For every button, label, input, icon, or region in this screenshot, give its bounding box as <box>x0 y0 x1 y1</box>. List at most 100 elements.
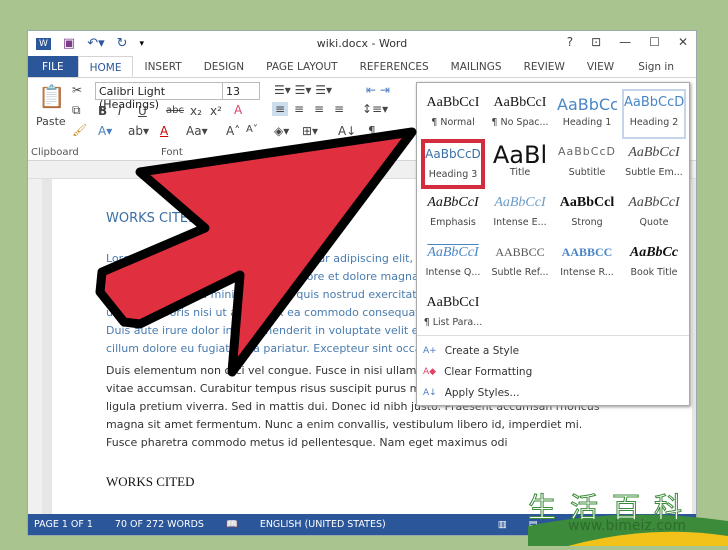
apply-styles-icon: A↓ <box>423 387 437 398</box>
bold-icon[interactable]: B <box>98 104 107 118</box>
style-label: Heading 3 <box>428 169 478 180</box>
align-left-icon[interactable]: ≡ <box>272 102 289 116</box>
maximize-button[interactable]: ☐ <box>649 35 660 49</box>
menu-label: Clear Formatting <box>444 365 533 378</box>
tab-file[interactable]: FILE <box>28 56 78 77</box>
font-group-label: Font <box>161 147 183 158</box>
menu-label: Create a Style <box>444 344 520 357</box>
style-heading-2[interactable]: AaBbCcD Heading 2 <box>622 89 686 139</box>
sort-icon[interactable]: A↓ <box>338 124 356 138</box>
styles-gallery: AaBbCcI ¶ Normal AaBbCcI ¶ No Spac... AaBb… <box>416 82 690 406</box>
page-count[interactable]: PAGE 1 OF 1 <box>34 519 93 530</box>
style-label: ¶ List Para... <box>423 317 483 328</box>
paste-icon[interactable]: 📋 <box>38 85 65 110</box>
style-heading-3[interactable]: AaBbCcD Heading 3 <box>421 139 485 189</box>
close-button[interactable]: ✕ <box>678 35 688 49</box>
tab-design[interactable]: DESIGN <box>193 56 255 77</box>
style-label: Heading 2 <box>629 117 679 128</box>
font-size-select[interactable]: 13 <box>222 82 260 100</box>
style-preview: AaBbCcI <box>426 95 480 110</box>
style-preview: AaBbCcI <box>628 195 680 210</box>
borders-icon[interactable]: ⊞▾ <box>302 124 318 138</box>
watermark-logo: 生活百科 www.bimeiz.com <box>527 486 728 546</box>
shrink-font-icon[interactable]: A˅ <box>246 124 258 135</box>
ribbon-display-button[interactable]: ⊡ <box>591 35 601 49</box>
style-preview: AaBl <box>492 141 548 167</box>
style-preview: AABBCC <box>495 245 545 259</box>
proofing-icon[interactable]: 📖 <box>226 519 238 530</box>
paste-label[interactable]: Paste <box>36 115 66 128</box>
tab-view[interactable]: VIEW <box>576 56 625 77</box>
format-painter-icon[interactable]: 🖌 <box>72 123 87 137</box>
style-preview: AaBbCc <box>629 245 679 260</box>
style-label: Subtle Ref... <box>491 267 549 278</box>
change-case-icon[interactable]: Aa▾ <box>186 124 208 138</box>
language[interactable]: ENGLISH (UNITED STATES) <box>260 519 386 530</box>
clear-formatting-icon[interactable]: A <box>234 103 242 117</box>
subscript-icon[interactable]: x₂ <box>190 104 202 118</box>
text-effects-icon[interactable]: A▾ <box>98 124 112 138</box>
font-name-select[interactable]: Calibri Light (Headings) <box>95 82 223 111</box>
show-marks-icon[interactable]: ¶ <box>368 124 376 138</box>
vertical-ruler[interactable] <box>28 179 42 516</box>
create-style-item[interactable]: A+ Create a Style <box>417 340 689 361</box>
style-label: Subtitle <box>568 167 606 178</box>
style-no-spacing[interactable]: AaBbCcI ¶ No Spac... <box>488 89 552 139</box>
style-heading-1[interactable]: AaBbCc Heading 1 <box>555 89 619 139</box>
align-right-icon[interactable]: ≡ <box>314 102 324 116</box>
clear-formatting-item[interactable]: A◆ Clear Formatting <box>417 361 689 382</box>
justify-icon[interactable]: ≡ <box>334 102 344 116</box>
tab-references[interactable]: REFERENCES <box>349 56 440 77</box>
underline-icon[interactable]: U <box>138 104 147 118</box>
indent-icons[interactable]: ⇤ ⇥ <box>366 83 390 97</box>
style-title[interactable]: AaBl Title <box>488 139 552 189</box>
superscript-icon[interactable]: x² <box>210 104 222 118</box>
style-label: Emphasis <box>430 217 476 228</box>
font-color-icon[interactable]: A <box>160 124 168 138</box>
watermark-url: www.bimeiz.com <box>568 518 687 534</box>
style-quote[interactable]: AaBbCcI Quote <box>622 189 686 239</box>
highlight-icon[interactable]: ab▾ <box>128 124 149 138</box>
help-button[interactable]: ? <box>567 35 573 49</box>
style-intense-emphasis[interactable]: AaBbCcI Intense E... <box>488 189 552 239</box>
style-subtle-reference[interactable]: AABBCC Subtle Ref... <box>488 239 552 289</box>
line-spacing-icon[interactable]: ↕≡▾ <box>362 102 388 116</box>
style-label: ¶ Normal <box>431 117 475 128</box>
style-intense-reference[interactable]: AABBCC Intense R... <box>555 239 619 289</box>
read-mode-icon[interactable]: ▥ <box>498 519 507 530</box>
cut-icon[interactable]: ✂ <box>72 83 82 97</box>
align-center-icon[interactable]: ≡ <box>294 102 304 116</box>
style-book-title[interactable]: AaBbCc Book Title <box>622 239 686 289</box>
style-emphasis[interactable]: AaBbCcI Emphasis <box>421 189 485 239</box>
tab-home[interactable]: HOME <box>77 56 134 77</box>
style-normal[interactable]: AaBbCcI ¶ Normal <box>421 89 485 139</box>
style-label: Heading 1 <box>562 117 612 128</box>
style-intense-quote[interactable]: AaBbCcI Intense Q... <box>421 239 485 289</box>
italic-icon[interactable]: I <box>118 104 122 118</box>
style-subtitle[interactable]: AaBbCcD Subtitle <box>555 139 619 189</box>
word-count[interactable]: 70 OF 272 WORDS <box>115 519 204 530</box>
shading-icon[interactable]: ◈▾ <box>274 124 289 138</box>
strikethrough-icon[interactable]: abc <box>166 105 184 116</box>
style-label: Strong <box>571 217 603 228</box>
eraser-icon: A◆ <box>423 366 437 377</box>
styles-menu: A+ Create a Style A◆ Clear Formatting A↓ Ap… <box>417 335 689 403</box>
sign-in-link[interactable]: Sign in <box>638 56 696 77</box>
tab-insert[interactable]: INSERT <box>133 56 192 77</box>
style-label: Intense Q... <box>425 267 481 278</box>
style-subtle-emphasis[interactable]: AaBbCcI Subtle Em... <box>622 139 686 189</box>
style-preview: AaBbCcI <box>426 295 480 310</box>
style-preview: AaBbCc <box>557 95 617 114</box>
style-strong[interactable]: AaBbCcl Strong <box>555 189 619 239</box>
tab-review[interactable]: REVIEW <box>513 56 576 77</box>
grow-font-icon[interactable]: A˄ <box>226 124 240 138</box>
style-preview: AaBbCcI <box>427 245 479 260</box>
apply-styles-item[interactable]: A↓ Apply Styles... <box>417 382 689 403</box>
tab-page-layout[interactable]: PAGE LAYOUT <box>255 56 348 77</box>
bullets-icon[interactable]: ☰▾ ☰▾ ☰▾ <box>274 83 332 97</box>
tab-mailings[interactable]: MAILINGS <box>440 56 513 77</box>
minimize-button[interactable]: — <box>619 35 631 49</box>
copy-icon[interactable]: ⧉ <box>72 103 81 118</box>
style-preview: AaBbCcI <box>427 195 479 210</box>
style-list-paragraph[interactable]: AaBbCcI ¶ List Para... <box>421 289 485 339</box>
